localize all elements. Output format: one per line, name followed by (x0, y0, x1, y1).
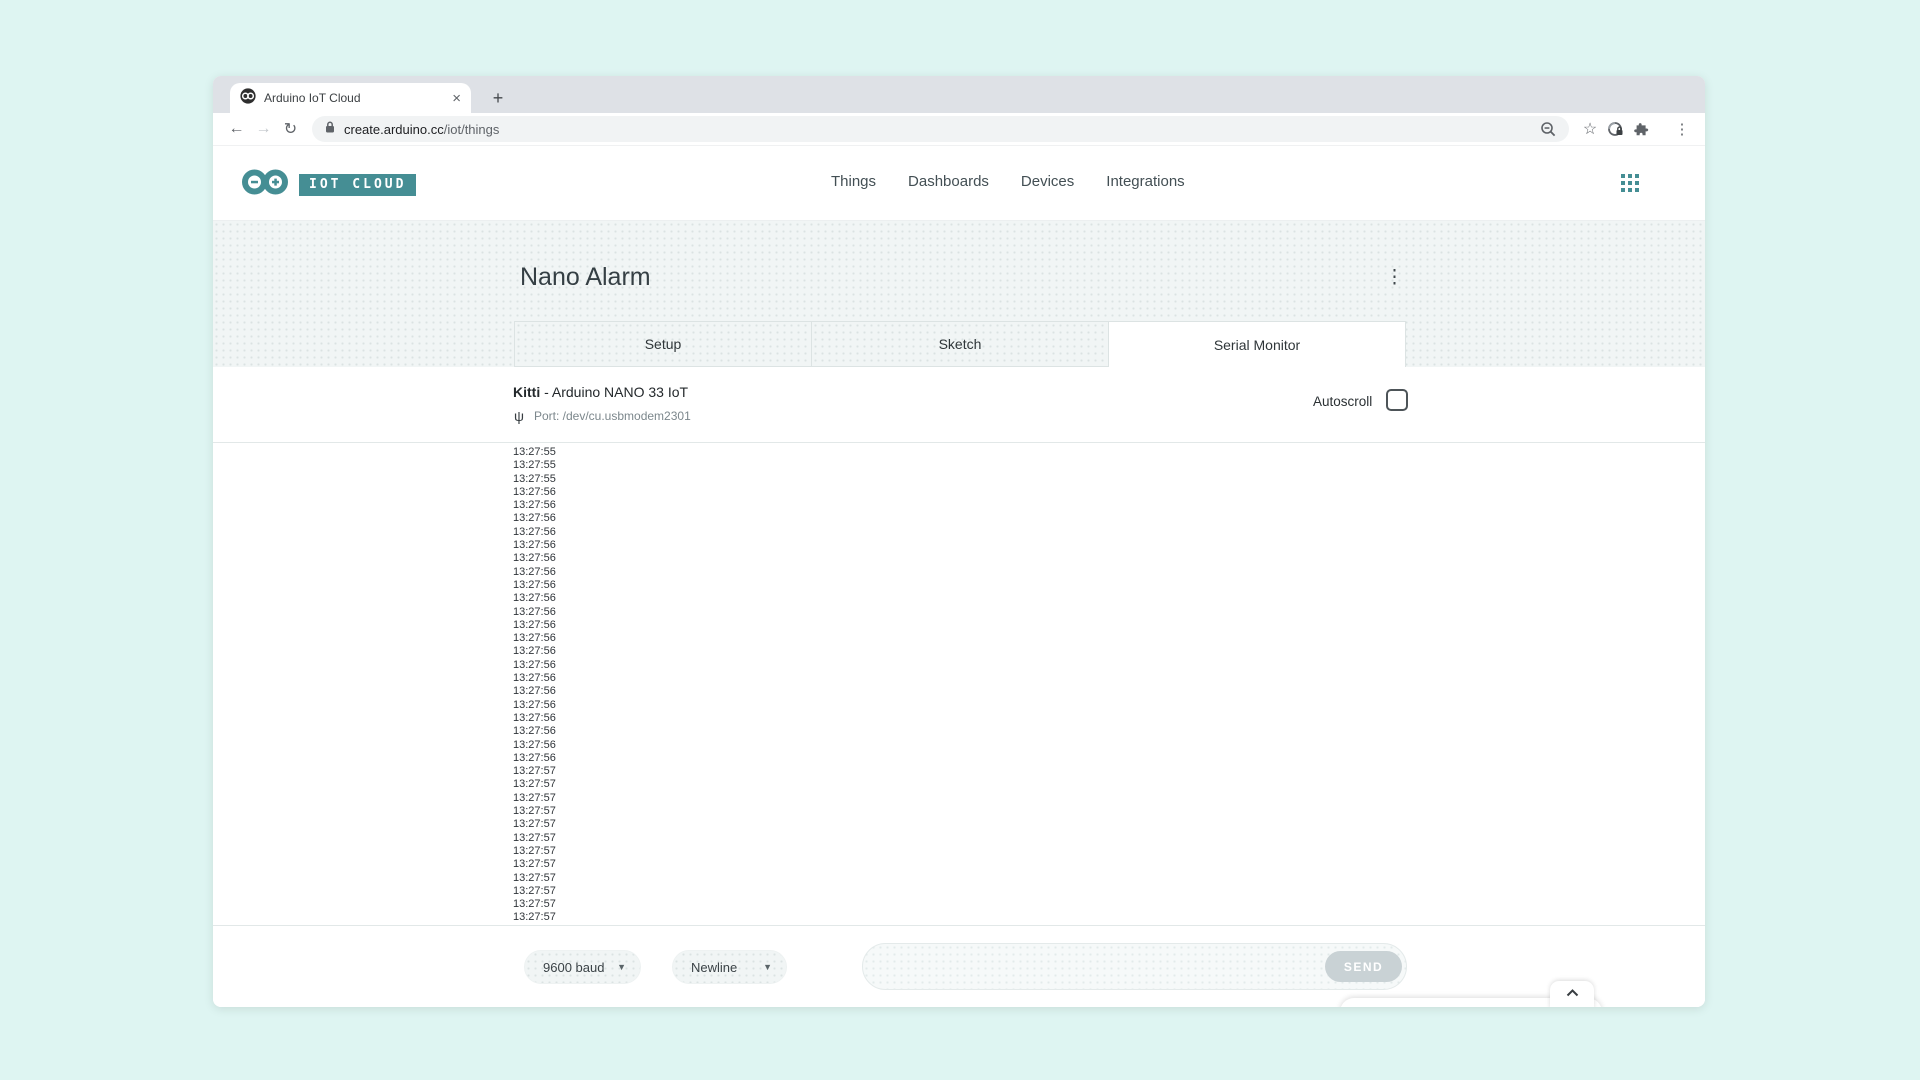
log-line: 13:27:57 (513, 858, 1705, 871)
desktop: { "browser": { "tab_title": "Arduino IoT… (0, 0, 1920, 1080)
nav-item-dashboards[interactable]: Dashboards (908, 173, 989, 190)
back-icon[interactable]: ← (223, 120, 250, 138)
device-name: Kitti - Arduino NANO 33 IoT (513, 384, 688, 400)
reload-icon[interactable]: ↻ (277, 119, 304, 139)
log-line: 13:27:56 (513, 672, 1705, 685)
log-line: 13:27:55 (513, 473, 1705, 486)
url-path: /iot/things (444, 122, 500, 137)
log-line: 13:27:56 (513, 632, 1705, 645)
log-line: 13:27:56 (513, 539, 1705, 552)
browser-toolbar: ← → ↻ create.arduino.cc/iot/things ☆ (213, 113, 1705, 146)
log-line: 13:27:56 (513, 512, 1705, 525)
new-tab-button[interactable]: + (483, 83, 513, 113)
zoom-indicator-icon[interactable] (1540, 121, 1557, 138)
baud-rate-select[interactable]: 9600 baud ▼ (524, 950, 641, 984)
thing-hero-band: Nano Alarm ⋮ Setup Sketch Serial Monitor (213, 220, 1705, 367)
log-line: 13:27:55 (513, 459, 1705, 472)
log-line: 13:27:56 (513, 606, 1705, 619)
line-ending-select[interactable]: Newline ▼ (672, 950, 787, 984)
nav-item-integrations[interactable]: Integrations (1106, 173, 1184, 190)
log-line: 13:27:56 (513, 699, 1705, 712)
device-name-separator: - (540, 384, 552, 400)
line-ending-value: Newline (691, 960, 737, 975)
tab-title: Arduino IoT Cloud (264, 91, 444, 105)
log-line: 13:27:56 (513, 592, 1705, 605)
extensions-puzzle-icon[interactable] (1629, 120, 1655, 138)
log-line: 13:27:57 (513, 911, 1705, 924)
iot-cloud-badge: IOT CLOUD (299, 174, 416, 196)
privacy-badge-icon[interactable] (1603, 120, 1629, 138)
url-text: create.arduino.cc/iot/things (344, 122, 499, 137)
log-line: 13:27:57 (513, 832, 1705, 845)
log-line: 13:27:57 (513, 898, 1705, 911)
arduino-logo[interactable]: IOT CLOUD (241, 168, 416, 201)
page-title: Nano Alarm (520, 263, 651, 292)
log-line: 13:27:57 (513, 818, 1705, 831)
log-line: 13:27:56 (513, 579, 1705, 592)
apps-grid-icon[interactable] (1621, 174, 1639, 192)
tab-sketch[interactable]: Sketch (811, 321, 1108, 367)
chevron-up-icon (1566, 989, 1579, 997)
forward-icon: → (250, 120, 277, 138)
autoscroll-checkbox[interactable] (1386, 389, 1408, 411)
log-line: 13:27:56 (513, 486, 1705, 499)
browser-menu-icon[interactable]: ⋮ (1669, 120, 1695, 138)
app-nav: Things Dashboards Devices Integrations (831, 173, 1185, 190)
autoscroll-label: Autoscroll (1313, 394, 1372, 409)
app-header: IOT CLOUD Things Dashboards Devices Inte… (213, 146, 1705, 220)
log-line: 13:27:56 (513, 619, 1705, 632)
thing-tabs: Setup Sketch Serial Monitor (514, 321, 1406, 367)
log-line: 13:27:57 (513, 805, 1705, 818)
browser-tab[interactable]: Arduino IoT Cloud × (230, 83, 471, 113)
log-line: 13:27:56 (513, 712, 1705, 725)
browser-window: Arduino IoT Cloud × + ← → ↻ create.ardui… (213, 76, 1705, 1007)
url-host: create.arduino.cc (344, 122, 444, 137)
expand-panel-button[interactable] (1550, 981, 1594, 1007)
log-line: 13:27:56 (513, 645, 1705, 658)
serial-log[interactable]: 13:27:5513:27:5513:27:5513:27:5613:27:56… (213, 443, 1705, 925)
browser-tab-strip: Arduino IoT Cloud × + (213, 76, 1705, 113)
log-line: 13:27:56 (513, 739, 1705, 752)
device-info-row: Kitti - Arduino NANO 33 IoT ψ Port: /dev… (213, 367, 1705, 443)
address-bar[interactable]: create.arduino.cc/iot/things (312, 116, 1569, 142)
thing-options-icon[interactable]: ⋮ (1385, 266, 1404, 289)
log-line: 13:27:56 (513, 659, 1705, 672)
bookmark-star-icon[interactable]: ☆ (1577, 119, 1603, 139)
lock-icon (324, 120, 336, 139)
log-line: 13:27:56 (513, 552, 1705, 565)
log-line: 13:27:57 (513, 778, 1705, 791)
log-line: 13:27:57 (513, 885, 1705, 898)
send-button[interactable]: SEND (1325, 951, 1402, 982)
arduino-infinity-icon (241, 168, 289, 201)
log-line: 13:27:56 (513, 752, 1705, 765)
device-board: Arduino NANO 33 IoT (552, 384, 688, 400)
log-line: 13:27:56 (513, 499, 1705, 512)
log-line: 13:27:57 (513, 845, 1705, 858)
log-line: 13:27:56 (513, 526, 1705, 539)
nav-item-things[interactable]: Things (831, 173, 876, 190)
chevron-down-icon: ▼ (763, 962, 772, 972)
log-line: 13:27:56 (513, 725, 1705, 738)
nav-item-devices[interactable]: Devices (1021, 173, 1074, 190)
tab-close-icon[interactable]: × (452, 90, 461, 107)
tab-serial-monitor[interactable]: Serial Monitor (1108, 321, 1406, 368)
log-line: 13:27:57 (513, 872, 1705, 885)
port-text: Port: /dev/cu.usbmodem2301 (534, 409, 691, 423)
tab-setup[interactable]: Setup (514, 321, 811, 367)
log-line: 13:27:56 (513, 685, 1705, 698)
usb-icon: ψ (514, 408, 524, 424)
arduino-favicon-icon (240, 88, 256, 109)
log-line: 13:27:56 (513, 566, 1705, 579)
log-line: 13:27:57 (513, 765, 1705, 778)
baud-rate-value: 9600 baud (543, 960, 604, 975)
chevron-down-icon: ▼ (617, 962, 626, 972)
log-line: 13:27:55 (513, 446, 1705, 459)
log-line: 13:27:57 (513, 792, 1705, 805)
serial-send-bar: 9600 baud ▼ Newline ▼ SEND (213, 925, 1705, 1007)
device-name-label: Kitti (513, 384, 540, 400)
port-line: ψ Port: /dev/cu.usbmodem2301 (514, 408, 691, 424)
